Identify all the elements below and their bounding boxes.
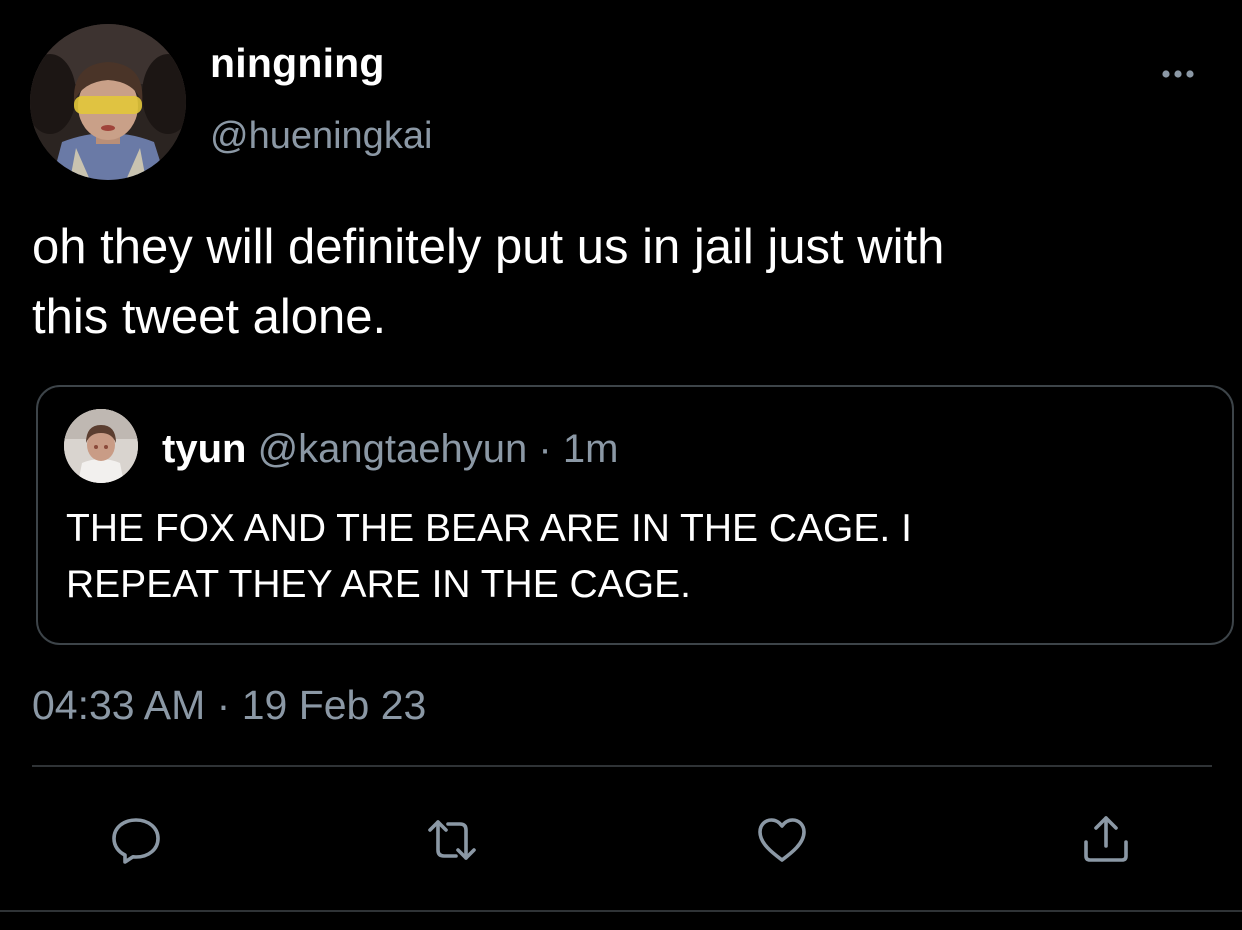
heart-icon: [758, 818, 806, 862]
quoted-author-avatar-image: [64, 409, 138, 483]
more-options-icon[interactable]: [1158, 64, 1198, 84]
reply-button[interactable]: [108, 812, 164, 868]
quoted-tweet-card[interactable]: tyun @kangtaehyun · 1m THE FOX AND THE B…: [36, 385, 1234, 645]
author-avatar[interactable]: [30, 24, 186, 180]
divider-bottom: [0, 910, 1242, 912]
speech-bubble-icon: [112, 818, 160, 864]
divider: [32, 765, 1212, 767]
timestamp-separator: ·: [216, 682, 231, 728]
author-handle[interactable]: @hueningkai: [210, 115, 432, 158]
quoted-tweet-header: tyun @kangtaehyun · 1m: [162, 427, 618, 472]
like-button[interactable]: [754, 812, 810, 868]
tweet-timestamp[interactable]: 04:33 AM · 19 Feb 23: [32, 682, 426, 729]
author-avatar-image: [30, 24, 186, 180]
quoted-tweet-separator: ·: [538, 427, 552, 471]
quoted-tweet-text: THE FOX AND THE BEAR ARE IN THE CAGE. I …: [66, 507, 912, 606]
tweet-text: oh they will definitely put us in jail j…: [32, 220, 945, 344]
tweet-detail: ningning @hueningkai oh they will defini…: [0, 0, 1242, 930]
author-display-name[interactable]: ningning: [210, 40, 385, 87]
retweet-icon: [428, 820, 476, 860]
quoted-author-display-name[interactable]: tyun: [162, 427, 246, 471]
retweet-button[interactable]: [424, 812, 480, 868]
tweet-time: 04:33 AM: [32, 682, 206, 728]
quoted-author-handle: @kangtaehyun: [257, 427, 528, 471]
tweet-date: 19 Feb 23: [241, 682, 427, 728]
quoted-tweet-time: 1m: [562, 427, 619, 471]
share-button[interactable]: [1078, 812, 1134, 868]
share-icon: [1084, 816, 1128, 862]
quoted-author-avatar[interactable]: [64, 409, 138, 483]
